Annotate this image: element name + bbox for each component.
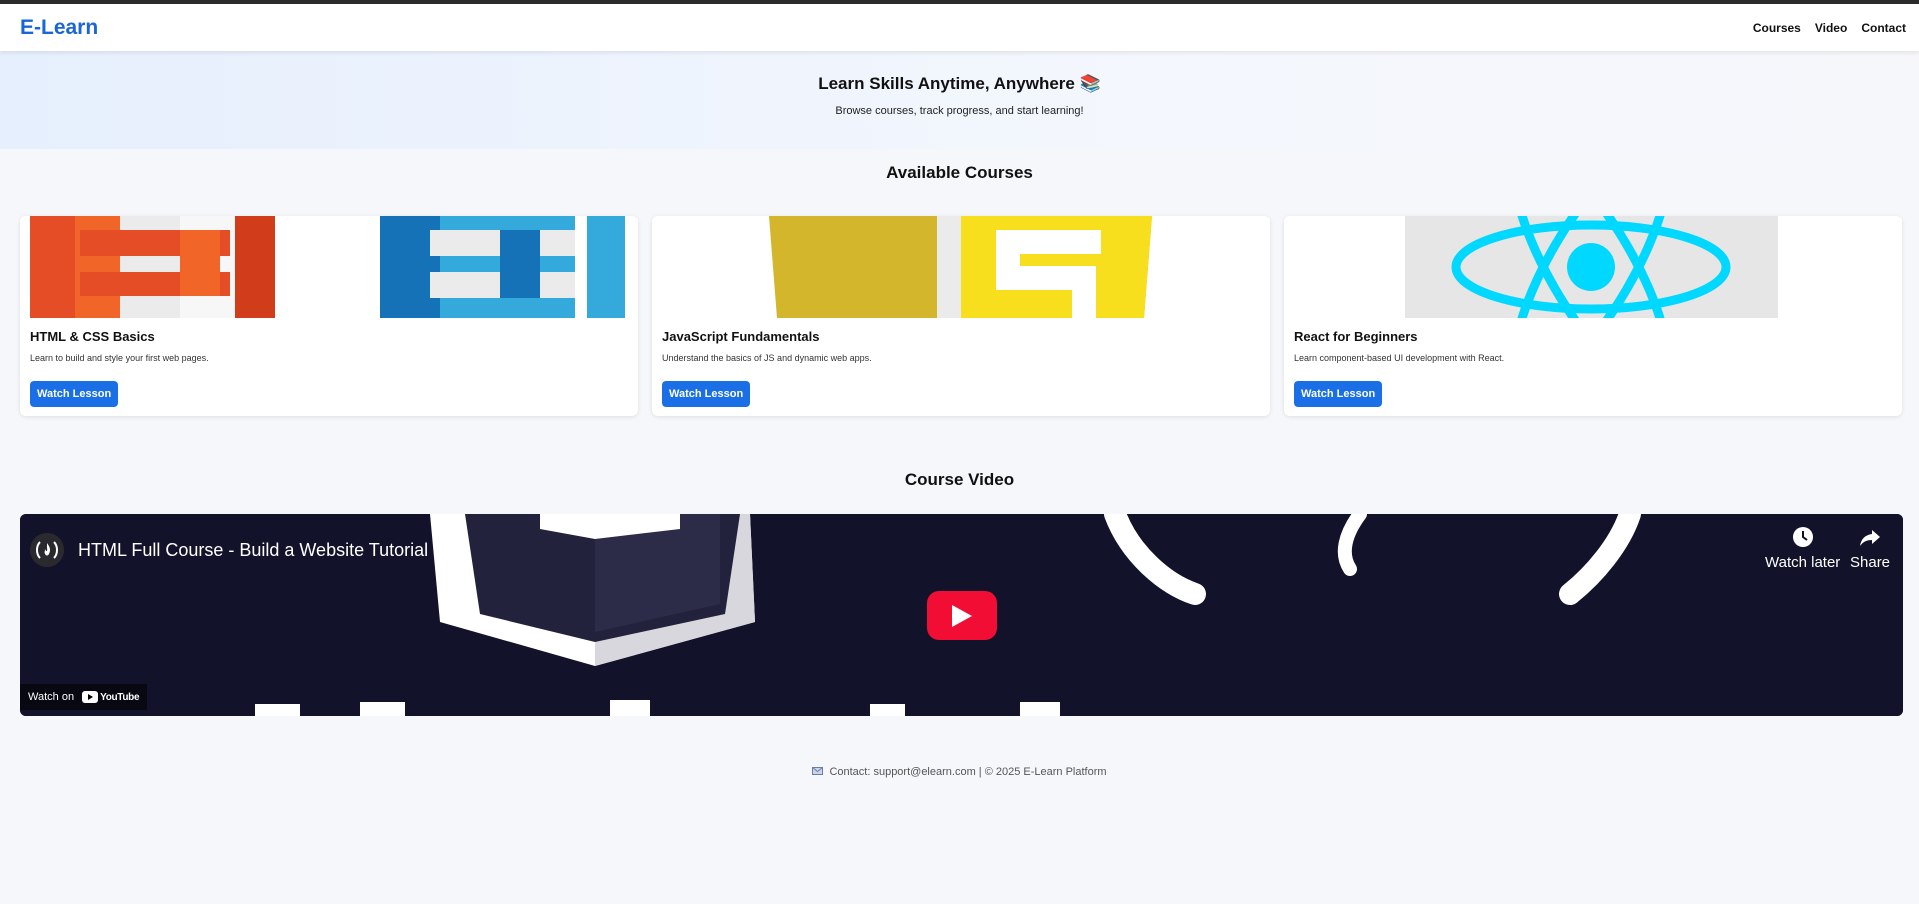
course-thumbnail-javascript — [652, 216, 1270, 318]
course-description: Understand the basics of JS and dynamic … — [662, 353, 872, 363]
share-label: Share — [1850, 554, 1891, 571]
nav-link-contact[interactable]: Contact — [1861, 21, 1906, 35]
watch-later-button[interactable]: Watch later — [1765, 526, 1840, 571]
javascript-logo-icon — [652, 216, 1270, 318]
courses-heading: Available Courses — [886, 163, 1033, 182]
video-title[interactable]: HTML Full Course - Build a Website Tutor… — [78, 540, 428, 561]
brand-logo[interactable]: E-Learn — [20, 16, 98, 40]
clock-icon — [1792, 527, 1813, 547]
play-button[interactable] — [927, 591, 997, 640]
site-header: E-Learn Courses Video Contact — [0, 4, 1919, 51]
youtube-wordmark: YouTube — [100, 691, 140, 703]
hero-title: Learn Skills Anytime, Anywhere 📚 — [818, 74, 1101, 93]
share-icon — [1860, 530, 1881, 546]
site-footer: Contact: support@elearn.com | © 2025 E-L… — [0, 766, 1919, 778]
play-icon — [952, 604, 972, 627]
course-title: React for Beginners — [1294, 329, 1418, 344]
course-card-html-css: HTML & CSS Basics Learn to build and sty… — [20, 216, 638, 416]
youtube-embed[interactable]: HTML Full Course - Build a Website Tutor… — [20, 514, 1903, 716]
watch-lesson-button[interactable]: Watch Lesson — [1294, 381, 1383, 407]
html-css-logos-icon — [20, 216, 638, 318]
envelope-icon — [812, 766, 824, 778]
hero-banner: Learn Skills Anytime, Anywhere 📚 Browse … — [0, 51, 1919, 149]
watch-on-label: Watch on — [28, 691, 75, 703]
youtube-icon — [82, 691, 99, 703]
watch-later-label: Watch later — [1765, 554, 1841, 571]
share-button[interactable]: Share — [1850, 526, 1890, 571]
course-card-react: React for Beginners Learn component-base… — [1284, 216, 1902, 416]
freecodecamp-icon — [30, 533, 64, 567]
nav-link-video[interactable]: Video — [1815, 21, 1847, 35]
watch-lesson-button[interactable]: Watch Lesson — [30, 381, 119, 407]
footer-text: Contact: support@elearn.com | © 2025 E-L… — [829, 766, 1107, 778]
react-logo-icon — [1284, 216, 1902, 318]
video-heading: Course Video — [904, 470, 1015, 489]
course-card-javascript: JavaScript Fundamentals Understand the b… — [652, 216, 1270, 416]
course-description: Learn component-based UI development wit… — [1294, 353, 1505, 363]
course-description: Learn to build and style your first web … — [30, 353, 209, 363]
main-nav: Courses Video Contact — [1753, 21, 1906, 35]
course-title: HTML & CSS Basics — [30, 329, 155, 344]
nav-link-courses[interactable]: Courses — [1753, 21, 1801, 35]
course-title: JavaScript Fundamentals — [662, 329, 820, 344]
channel-avatar[interactable] — [30, 533, 64, 567]
watch-on-youtube-link[interactable]: Watch on YouTube — [20, 684, 148, 710]
watch-lesson-button[interactable]: Watch Lesson — [662, 381, 751, 407]
course-thumbnail-html-css — [20, 216, 638, 318]
youtube-logo: YouTube — [82, 691, 140, 703]
hero-subtitle: Browse courses, track progress, and star… — [835, 105, 1084, 117]
course-cards: HTML & CSS Basics Learn to build and sty… — [20, 216, 1903, 416]
course-thumbnail-react — [1284, 216, 1902, 318]
